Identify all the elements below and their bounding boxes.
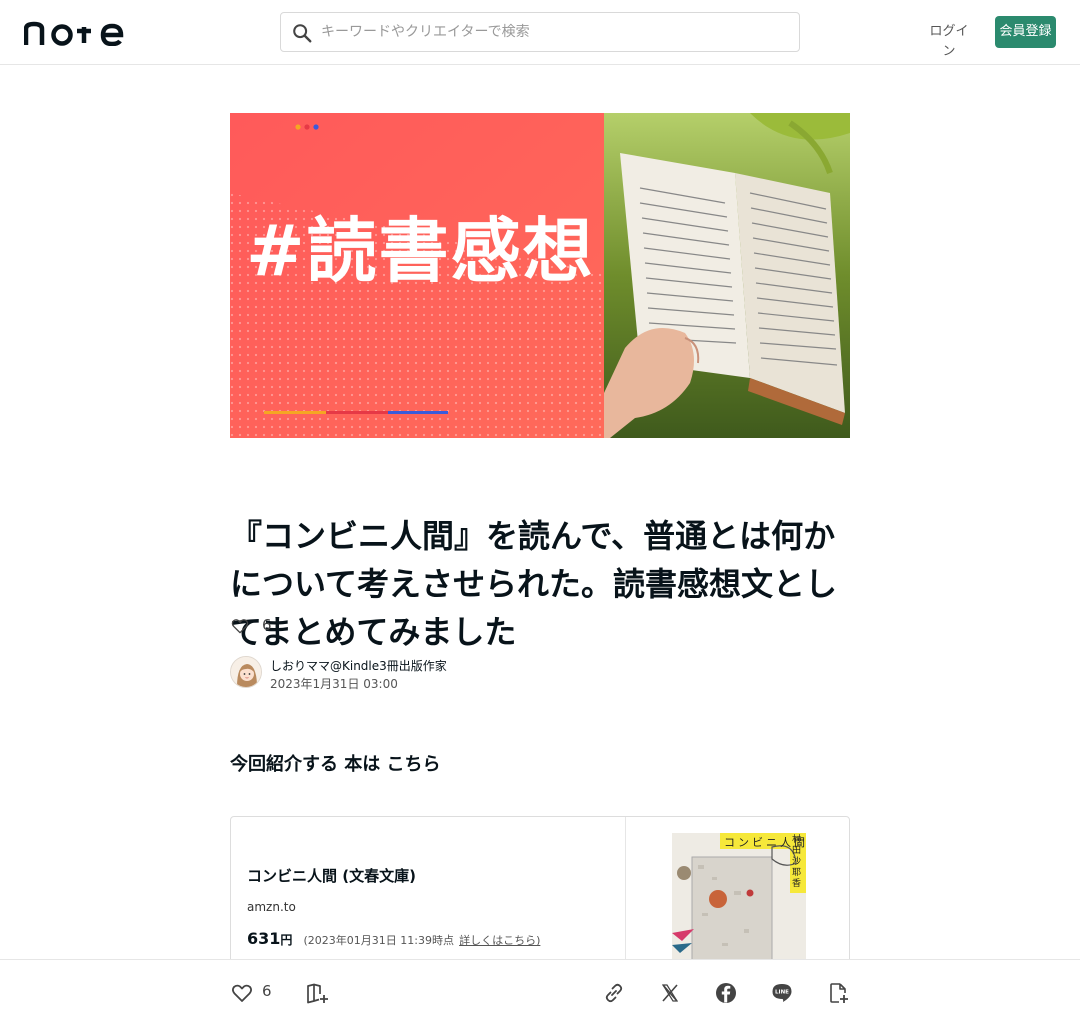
embed-title[interactable]: コンビニ人間 (文春文庫): [247, 865, 416, 886]
search-icon: [293, 24, 312, 43]
embed-thumbnail[interactable]: コンビニ人間 村 田 沙 耶 香: [625, 817, 849, 975]
book-cover-art: [672, 833, 806, 975]
facebook-share-icon[interactable]: [714, 981, 738, 1005]
cover-author-char: 田: [792, 846, 802, 856]
cover-author: 村 田 沙 耶 香: [792, 835, 804, 890]
lead-text: 今回紹介する 本は こちら: [230, 754, 441, 775]
line-share-icon[interactable]: LINE: [770, 981, 794, 1005]
embed-add-icon[interactable]: [826, 981, 850, 1005]
embed-price: 631円 (2023年01月31日 11:39時点 詳しくはこちら): [247, 929, 540, 948]
article-title: 『コンビニ人間』を読んで、普通とは何かについて考えさせられた。読書感想文としてま…: [230, 517, 838, 651]
search-input[interactable]: [321, 13, 791, 51]
publish-date: 2023年1月31日 03:00: [270, 677, 398, 691]
heart-icon[interactable]: [230, 981, 254, 1005]
heart-icon[interactable]: [230, 616, 250, 636]
note-logo-mark: [23, 21, 124, 47]
avatar-image: [231, 657, 261, 687]
author-info[interactable]: しおりママ@Kindle3冊出版作家 2023年1月31日 03:00: [230, 656, 630, 691]
search-box[interactable]: [280, 12, 800, 52]
link-icon[interactable]: [602, 981, 626, 1005]
svg-text:LINE: LINE: [775, 990, 789, 996]
author-name[interactable]: しおりママ@Kindle3冊出版作家: [270, 657, 447, 674]
price-unit: 円: [280, 933, 293, 947]
hero-image: #読書感想: [230, 113, 850, 438]
embed-card[interactable]: コンビニ人間 (文春文庫) amzn.to 631円 (2023年01月31日 …: [230, 816, 850, 976]
price-note: (2023年01月31日 11:39時点: [303, 934, 454, 947]
embed-domain: amzn.to: [247, 900, 296, 914]
book-cover: コンビニ人間 村 田 沙 耶 香: [672, 833, 806, 975]
signup-button[interactable]: 会員登録: [995, 16, 1056, 48]
bottom-action-bar: 6 LINE: [0, 959, 1080, 1024]
cover-author-char: 沙: [792, 857, 802, 867]
avatar[interactable]: [230, 656, 262, 688]
bottom-like-count: 6: [262, 982, 272, 1000]
price-details-link[interactable]: 詳しくはこちら): [459, 934, 540, 947]
price-value: 631: [247, 929, 281, 948]
like-count: 6: [262, 616, 272, 634]
x-share-icon[interactable]: [658, 981, 682, 1005]
note-logo[interactable]: [23, 18, 124, 47]
cover-author-char: 香: [792, 879, 802, 889]
magazine-add-icon[interactable]: [305, 981, 329, 1005]
login-link[interactable]: ログイン: [924, 22, 974, 62]
site-header: ログイン 会員登録: [0, 0, 1080, 65]
hero-tag-text: #読書感想: [246, 210, 595, 292]
cover-author-char: 村: [792, 835, 802, 845]
embed-card-info: コンビニ人間 (文春文庫) amzn.to 631円 (2023年01月31日 …: [231, 817, 625, 975]
cover-author-char: 耶: [792, 868, 802, 878]
